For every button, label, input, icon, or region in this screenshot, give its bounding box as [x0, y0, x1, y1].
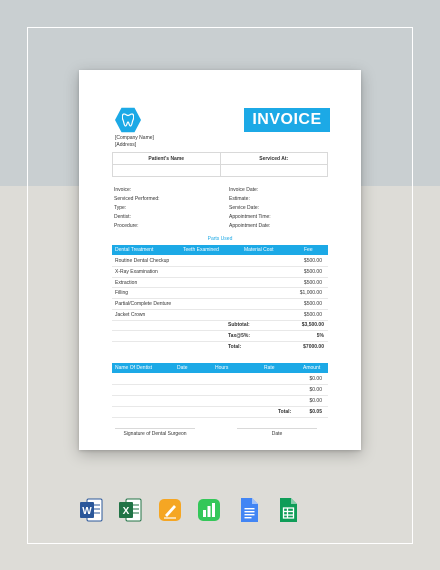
dentist-header-bar: Name Of Dentist Date Hours Rate Amount [112, 363, 328, 373]
total-row: Total: $7000.00 [228, 344, 324, 350]
company-address: [Address] [115, 141, 137, 148]
company-block: [Company Name] [Address] [115, 135, 154, 148]
info-label: Procedure: [114, 223, 139, 229]
parts-header-teeth: Teeth Examined [183, 247, 219, 253]
info-label: Serviced Performed: [114, 196, 160, 202]
signature-line [115, 428, 195, 429]
company-name: [Company Name] [115, 135, 154, 141]
dentist-total-row: Total: $0.05 [112, 407, 328, 418]
table-row: Partial/Complete Denture $500.00 [112, 299, 328, 310]
info-left: Invoice: Serviced Performed: Type: Denti… [114, 186, 160, 231]
patient-name-header: Patient's Name [112, 152, 221, 165]
dentist-header-hours: Hours [215, 365, 229, 371]
invoice-title: INVOICE [244, 108, 330, 132]
patient-name-cell [112, 164, 221, 177]
info-label: Type: [114, 205, 127, 211]
info-label: Service Date: [229, 205, 260, 211]
subtotal-row: Subtotal: $3,500.00 [112, 320, 328, 331]
date-line [237, 428, 317, 429]
dentist-rows: $0.00 $0.00 $0.00 Total: $0.05 [112, 374, 328, 418]
dentist-header-name: Name Of Dentist [115, 365, 152, 371]
table-row: X-Ray Examination $500.00 [112, 267, 328, 278]
parts-header-fee: Fee [304, 247, 313, 253]
dentist-header-rate: Rate [264, 365, 275, 371]
info-label: Invoice Date: [229, 187, 259, 193]
pages-icon[interactable] [158, 497, 182, 523]
dentist-header-date: Date [177, 365, 188, 371]
parts-totals: Subtotal: $3,500.00 Tax@5%: 5% Total: $7000… [112, 320, 328, 353]
table-row: Filling $1,000.00 [112, 288, 328, 300]
excel-icon[interactable]: X [118, 497, 142, 523]
table-row: Extraction $500.00 [112, 278, 328, 289]
numbers-icon[interactable] [197, 497, 221, 523]
info-label: Appointment Date: [229, 223, 271, 229]
tooth-logo-icon [115, 107, 141, 133]
parts-header-bar: Dental Treatment Teeth Examined Material… [112, 245, 328, 255]
word-icon[interactable]: W [79, 497, 103, 523]
dentist-header-amount: Amount [303, 365, 321, 371]
parts-rows: Routine Dental Checkup $500.00 X-Ray Exam… [112, 256, 328, 321]
google-sheets-icon[interactable] [276, 497, 300, 523]
parts-used-title: Parts Used [207, 236, 233, 242]
patient-table: Patient's Name Serviced At: [112, 152, 328, 177]
table-row: Routine Dental Checkup $500.00 [112, 256, 328, 267]
info-label: Estimate: [229, 196, 250, 202]
invoice-document: [Company Name] [Address] INVOICE Patient… [79, 70, 361, 450]
google-docs-icon[interactable] [237, 497, 261, 523]
table-row: $0.00 [112, 374, 328, 385]
svg-text:W: W [82, 506, 92, 517]
info-right: Invoice Date: Estimate: Service Date: Ap… [229, 186, 271, 231]
serviced-at-cell [219, 164, 328, 177]
parts-header-material: Material Cost [244, 247, 274, 253]
date-label: Date [271, 431, 283, 437]
info-label: Appointment Time: [229, 214, 271, 220]
svg-text:X: X [123, 506, 130, 517]
serviced-at-header: Serviced At: [219, 152, 328, 165]
signature-label: Signature of Dental Surgeon [123, 431, 187, 437]
tax-row: Tax@5%: 5% [112, 331, 328, 342]
parts-header-treatment: Dental Treatment [115, 247, 154, 253]
table-row: $0.00 [112, 396, 328, 407]
table-row: $0.00 [112, 385, 328, 396]
info-label: Dentist: [114, 214, 131, 220]
info-label: Invoice: [114, 187, 132, 193]
